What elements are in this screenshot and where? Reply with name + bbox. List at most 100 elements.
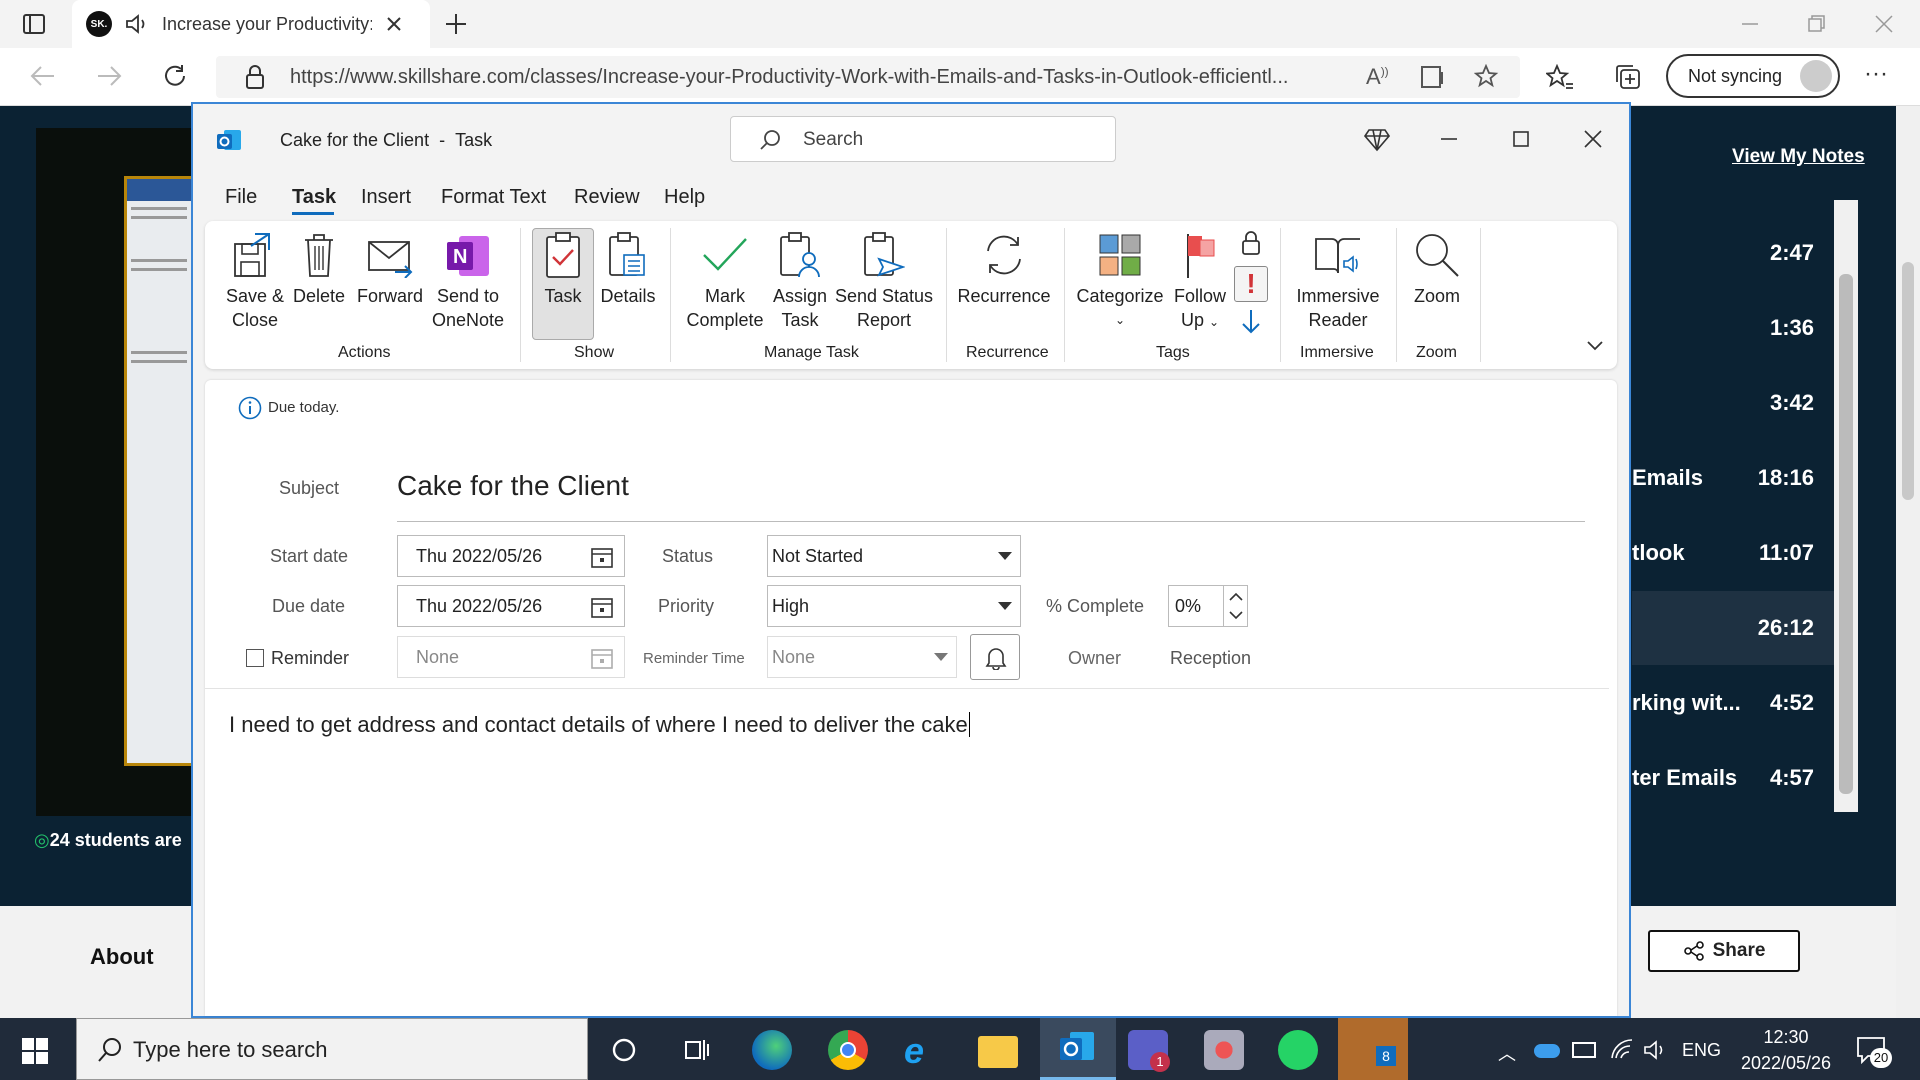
edge-icon[interactable] [752,1030,792,1070]
about-tab[interactable]: About [90,944,154,970]
restore-browser-icon[interactable] [1806,14,1826,34]
lock-icon[interactable] [244,64,266,90]
clock[interactable]: 12:30 2022/05/26 [1736,1024,1836,1076]
recurrence-button[interactable]: Recurrence [956,228,1052,308]
send-status-report-button[interactable]: Send Status Report [834,228,934,332]
share-button[interactable]: Share [1648,930,1800,972]
tab-close-icon[interactable] [386,16,402,32]
app-taskbar-item[interactable]: 8 [1338,1018,1408,1080]
forward-icon[interactable] [96,64,122,88]
lesson-row-3[interactable]: 3:42 [1632,366,1834,440]
teams-icon[interactable]: 1 [1128,1030,1170,1072]
task-view-icon[interactable] [682,1036,710,1064]
subject-input[interactable]: Cake for the Client [397,466,1585,522]
immersive-reader-browser-icon[interactable] [1420,64,1448,90]
high-importance-icon[interactable]: ! [1234,266,1268,302]
lesson-scrollbar[interactable] [1834,200,1858,812]
lesson-scrollbar-thumb[interactable] [1839,274,1853,794]
notifications-icon[interactable]: 20 [1856,1036,1892,1068]
lesson-row-8[interactable]: ter Emails 4:57 [1632,741,1834,815]
categorize-button[interactable]: Categorize ⌄ [1074,228,1166,332]
menu-format-text[interactable]: Format Text [441,186,546,209]
percent-complete-stepper[interactable]: 0% [1168,585,1248,627]
mark-complete-button[interactable]: Mark Complete [680,228,770,332]
battery-icon[interactable] [1572,1042,1596,1058]
view-notes-link[interactable]: View My Notes [1732,146,1865,168]
reminder-date-field[interactable]: None [397,636,625,678]
whatsapp-icon[interactable] [1278,1030,1318,1070]
start-date-field[interactable]: Thu 2022/05/26 [397,535,625,577]
ribbon-collapse-icon[interactable] [1586,340,1604,352]
page-scrollbar-thumb[interactable] [1902,262,1914,500]
menu-help[interactable]: Help [664,186,705,209]
volume-icon[interactable] [1642,1038,1668,1062]
menu-file[interactable]: File [225,186,257,209]
tab-actions-icon[interactable] [22,12,46,36]
maximize-window-icon[interactable] [1510,128,1532,150]
taskbar-search-box[interactable]: Type here to search [76,1018,588,1080]
reminder-sound-button[interactable] [970,634,1020,680]
reminder-checkbox[interactable] [246,649,264,667]
stepper-buttons[interactable] [1223,586,1247,626]
wifi-icon[interactable] [1610,1038,1634,1062]
due-date-field[interactable]: Thu 2022/05/26 [397,585,625,627]
lesson-row-1[interactable]: 2:47 [1632,216,1834,290]
language-indicator[interactable]: ENG [1682,1040,1721,1061]
details-button[interactable]: Details [596,228,660,308]
lesson-row-2[interactable]: 1:36 [1632,291,1834,365]
calendar-icon[interactable] [590,545,614,569]
back-icon[interactable] [30,64,56,88]
minimize-window-icon[interactable] [1438,128,1460,150]
low-importance-icon[interactable] [1240,308,1262,336]
read-aloud-icon[interactable]: A)) [1366,64,1389,90]
task-body-text[interactable]: I need to get address and contact detail… [229,712,970,738]
zoom-button[interactable]: Zoom [1404,228,1470,308]
menu-review[interactable]: Review [574,186,640,209]
lesson-row-4[interactable]: Emails 18:16 [1632,441,1834,515]
calendar-icon[interactable] [590,595,614,619]
internet-explorer-icon[interactable]: e [904,1030,924,1072]
minimize-browser-icon[interactable] [1740,14,1760,34]
lesson-row-6-active[interactable]: 26:12 [1632,591,1834,665]
outlook-taskbar-active[interactable] [1040,1018,1116,1080]
chrome-icon[interactable] [828,1030,868,1070]
favorites-icon[interactable] [1546,64,1574,90]
premium-diamond-icon[interactable] [1364,126,1390,152]
speaker-icon[interactable] [124,12,150,36]
file-explorer-icon[interactable] [978,1036,1018,1068]
close-window-icon[interactable] [1582,128,1604,150]
url-text[interactable]: https://www.skillshare.com/classes/Incre… [290,62,1350,92]
lesson-row-7[interactable]: rking wit... 4:52 [1632,666,1834,740]
page-scrollbar[interactable] [1896,106,1920,1018]
refresh-icon[interactable] [162,63,188,89]
status-dropdown[interactable]: Not Started [767,535,1021,577]
lesson-row-5[interactable]: tlook 11:07 [1632,516,1834,590]
immersive-reader-button[interactable]: Immersive Reader [1290,228,1386,332]
browser-tab[interactable]: SK. Increase your Productivity: W [72,0,430,48]
cortana-icon[interactable] [610,1036,638,1064]
menu-task[interactable]: Task [292,186,336,209]
forward-button[interactable]: Forward [354,228,426,308]
task-view-button[interactable]: Task [532,228,594,308]
favorite-add-icon[interactable] [1474,64,1502,90]
priority-dropdown[interactable]: High [767,585,1021,627]
calendar-icon[interactable] [590,646,614,670]
send-to-onenote-button[interactable]: N Send to OneNote [428,228,508,332]
windows-start-icon[interactable] [22,1038,48,1064]
tray-expand-icon[interactable]: ︿ [1498,1040,1516,1066]
sync-button[interactable]: Not syncing [1666,54,1840,98]
outlook-search-box[interactable]: Search [730,116,1116,162]
menu-insert[interactable]: Insert [361,186,411,209]
private-lock-icon[interactable] [1240,230,1262,256]
collections-icon[interactable] [1614,64,1642,90]
save-close-button[interactable]: Save & Close [222,228,288,332]
assign-task-button[interactable]: Assign Task [772,228,828,332]
delete-button[interactable]: Delete [293,228,345,308]
reminder-time-dropdown[interactable]: None [767,636,957,678]
paint-icon[interactable] [1204,1030,1244,1070]
new-tab-icon[interactable] [444,12,468,36]
more-options-icon[interactable]: ··· [1864,60,1888,88]
onedrive-icon[interactable] [1534,1044,1560,1058]
close-browser-icon[interactable] [1874,14,1894,34]
follow-up-button[interactable]: Follow Up ⌄ [1168,228,1232,334]
